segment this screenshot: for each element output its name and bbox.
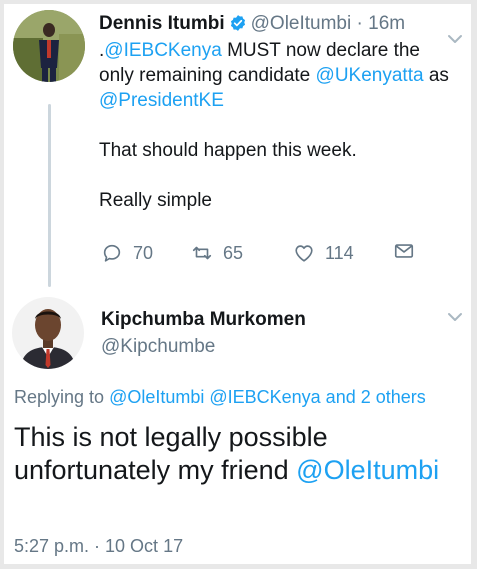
tweet-actions: 70 65 114 xyxy=(101,240,431,266)
direct-message-icon xyxy=(394,244,414,258)
replying-to-mentions[interactable]: @OleItumbi @IEBCKenya and 2 others xyxy=(109,387,426,407)
tweet1-header: Dennis Itumbi @OleItumbi · 16m xyxy=(99,12,405,36)
avatar[interactable] xyxy=(13,10,85,82)
direct-message-button[interactable] xyxy=(393,240,415,262)
tweet-thread-card: Dennis Itumbi @OleItumbi · 16m .@IEBCKeny… xyxy=(4,4,471,564)
mention-link[interactable]: @IEBCKenya xyxy=(104,40,222,61)
tweet1-paragraph: Really simple xyxy=(99,190,212,211)
tweet1-text: .@IEBCKenya MUST now declare the only re… xyxy=(99,38,454,213)
retweet-icon xyxy=(192,246,212,260)
author-handle[interactable]: @OleItumbi xyxy=(251,13,352,34)
mention-link[interactable]: @PresidentKE xyxy=(99,90,224,111)
tweet1-paragraph: That should happen this week. xyxy=(99,140,357,161)
replying-to-line: Replying to @OleItumbi @IEBCKenya and 2 … xyxy=(14,387,426,407)
verified-icon xyxy=(230,15,245,31)
avatar-photo-kipchumba xyxy=(12,297,84,369)
tweet-timestamp[interactable]: 5:27 p.m. · 10 Oct 17 xyxy=(14,534,183,558)
mention-link[interactable]: @UKenyatta xyxy=(316,65,424,86)
reply-button[interactable]: 70 xyxy=(101,240,153,266)
reply-count: 70 xyxy=(133,243,154,263)
retweet-button[interactable]: 65 xyxy=(191,240,243,266)
mention-link[interactable]: @OleItumbi xyxy=(296,455,439,485)
retweet-count: 65 xyxy=(223,243,244,263)
dot-separator: · xyxy=(356,13,363,34)
reply-icon xyxy=(103,244,121,262)
like-count: 114 xyxy=(325,243,354,263)
like-icon xyxy=(295,245,313,262)
chevron-down-icon[interactable] xyxy=(447,312,463,322)
tweet-time[interactable]: 16m xyxy=(368,13,405,34)
avatar-photo-dennis xyxy=(13,10,85,82)
tweet2-text: This is not legally possible unfortunate… xyxy=(14,422,440,485)
author-name[interactable]: Kipchumba Murkomen xyxy=(101,308,306,332)
thread-connector-line xyxy=(48,104,51,287)
author-name[interactable]: Dennis Itumbi xyxy=(99,13,225,34)
author-handle[interactable]: @Kipchumbe xyxy=(101,335,215,359)
avatar[interactable] xyxy=(12,297,84,369)
like-button[interactable]: 114 xyxy=(293,240,354,266)
